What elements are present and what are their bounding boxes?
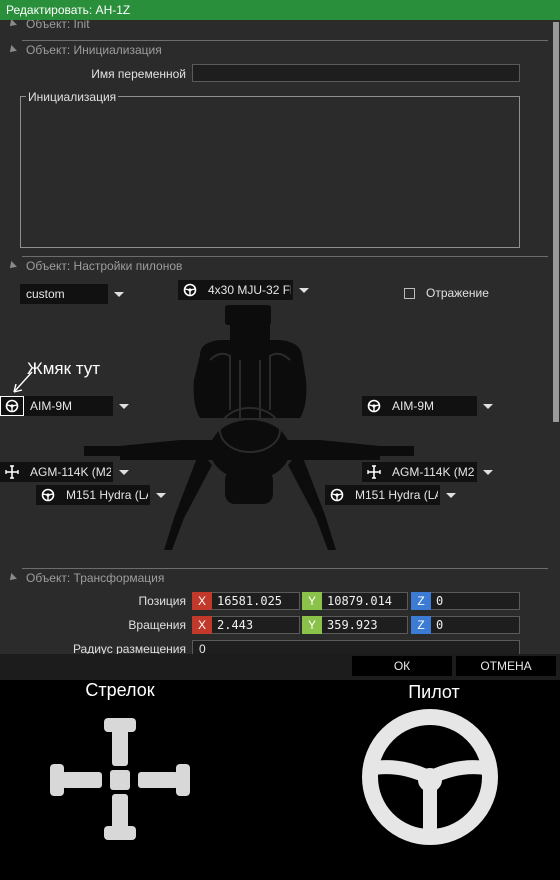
x-axis-tag: X [192, 592, 212, 610]
steering-wheel-icon [362, 709, 498, 845]
pylon-slot-left-upper[interactable]: AIM-9M [0, 396, 133, 416]
rotation-x-field[interactable]: X 2.443 [192, 616, 300, 634]
chevron-down-icon[interactable] [477, 396, 497, 416]
mirror-label: Отражение [426, 286, 489, 300]
rotation-y-field[interactable]: Y 359.923 [302, 616, 408, 634]
var-name-input[interactable] [192, 64, 520, 82]
pylon-slot-top[interactable]: 4x30 MJU-32 Flare [178, 280, 313, 300]
pylon-slot-left-low[interactable]: M151 Hydra (LAU-61) [36, 485, 170, 505]
pylon-preset-value: custom [26, 287, 65, 301]
position-x-field[interactable]: X 16581.025 [192, 592, 300, 610]
helicopter-silhouette-icon [84, 305, 414, 550]
chevron-down-icon[interactable] [113, 462, 133, 482]
position-x-value[interactable]: 16581.025 [212, 592, 300, 610]
rotation-y-value[interactable]: 359.923 [322, 616, 408, 634]
chevron-down-icon[interactable] [440, 485, 460, 505]
collapse-triangle-icon [7, 20, 17, 29]
attributes-panel: Объект: Init Объект: Инициализация Имя п… [0, 20, 560, 654]
section-transform-header[interactable]: Объект: Трансформация [0, 568, 552, 588]
radius-label: Радиус размещения [72, 642, 186, 654]
rotation-z-field[interactable]: Z 0 [411, 616, 520, 634]
pylon-slot-left-low-value: M151 Hydra (LAU-61) [66, 488, 148, 502]
pylon-slot-left-mid-value: AGM-114K (M299) [30, 465, 111, 479]
var-name-label: Имя переменной [91, 67, 186, 81]
position-z-value[interactable]: 0 [431, 592, 520, 610]
rotation-x-value[interactable]: 2.443 [212, 616, 300, 634]
init-textarea[interactable] [22, 102, 518, 246]
section-title: Объект: Init [26, 20, 90, 31]
gunner-cross-icon [50, 718, 190, 840]
pylon-slot-left-upper-value: AIM-9M [30, 399, 72, 413]
pylon-slot-right-low[interactable]: M151 Hydra (LAU-61) [325, 485, 460, 505]
window-title: Редактировать: AH-1Z [0, 0, 560, 20]
gunner-cross-icon[interactable] [362, 462, 386, 482]
section-title: Объект: Трансформация [26, 571, 165, 585]
steering-wheel-icon[interactable] [0, 396, 24, 416]
z-axis-tag: Z [411, 616, 431, 634]
annotation-arrow-icon [13, 371, 33, 393]
y-axis-tag: Y [302, 616, 322, 634]
section-init-header[interactable]: Объект: Init [0, 20, 552, 34]
ok-button[interactable]: ОК [352, 656, 452, 676]
section-title: Объект: Настройки пилонов [26, 259, 183, 273]
rotation-label: Вращения [128, 618, 186, 632]
section-title: Объект: Инициализация [26, 43, 162, 57]
x-axis-tag: X [192, 616, 212, 634]
chevron-down-icon[interactable] [293, 280, 313, 300]
section-pylons-header[interactable]: Объект: Настройки пилонов [0, 256, 552, 276]
position-y-field[interactable]: Y 10879.014 [302, 592, 408, 610]
pylon-slot-right-mid[interactable]: AGM-114K (M299) [362, 462, 497, 482]
chevron-down-icon[interactable] [477, 462, 497, 482]
radius-input[interactable]: 0 [192, 640, 520, 654]
pylon-slot-right-low-value: M151 Hydra (LAU-61) [355, 488, 438, 502]
legend-pilot-label: Пилот [408, 682, 460, 702]
position-y-value[interactable]: 10879.014 [322, 592, 408, 610]
gunner-cross-icon[interactable] [0, 462, 24, 482]
position-z-field[interactable]: Z 0 [411, 592, 520, 610]
z-axis-tag: Z [411, 592, 431, 610]
position-label: Позиция [138, 594, 186, 608]
collapse-triangle-icon [7, 261, 17, 271]
pylon-slot-right-upper[interactable]: AIM-9M [362, 396, 497, 416]
rotation-z-value[interactable]: 0 [431, 616, 520, 634]
pylon-slot-right-mid-value: AGM-114K (M299) [392, 465, 475, 479]
panel-scrollbar-thumb[interactable] [553, 22, 559, 422]
chevron-down-icon[interactable] [150, 485, 170, 505]
cancel-button[interactable]: ОТМЕНА [456, 656, 556, 676]
collapse-triangle-icon [7, 45, 17, 55]
chevron-down-icon[interactable] [113, 396, 133, 416]
steering-wheel-icon[interactable] [362, 396, 386, 416]
section-init-header-2[interactable]: Объект: Инициализация [0, 40, 552, 60]
steering-wheel-icon[interactable] [178, 280, 202, 300]
legend-gunner-label: Стрелок [85, 680, 155, 700]
mirror-checkbox[interactable] [404, 288, 415, 299]
pylon-slot-left-mid[interactable]: AGM-114K (M299) [0, 462, 133, 482]
pylon-slot-right-upper-value: AIM-9M [392, 399, 434, 413]
pylon-slot-top-value: 4x30 MJU-32 Flare [208, 283, 291, 297]
y-axis-tag: Y [302, 592, 322, 610]
steering-wheel-icon[interactable] [36, 485, 60, 505]
collapse-triangle-icon [7, 573, 17, 583]
annotation-text: Жмяк тут [27, 359, 101, 378]
steering-wheel-icon[interactable] [325, 485, 349, 505]
